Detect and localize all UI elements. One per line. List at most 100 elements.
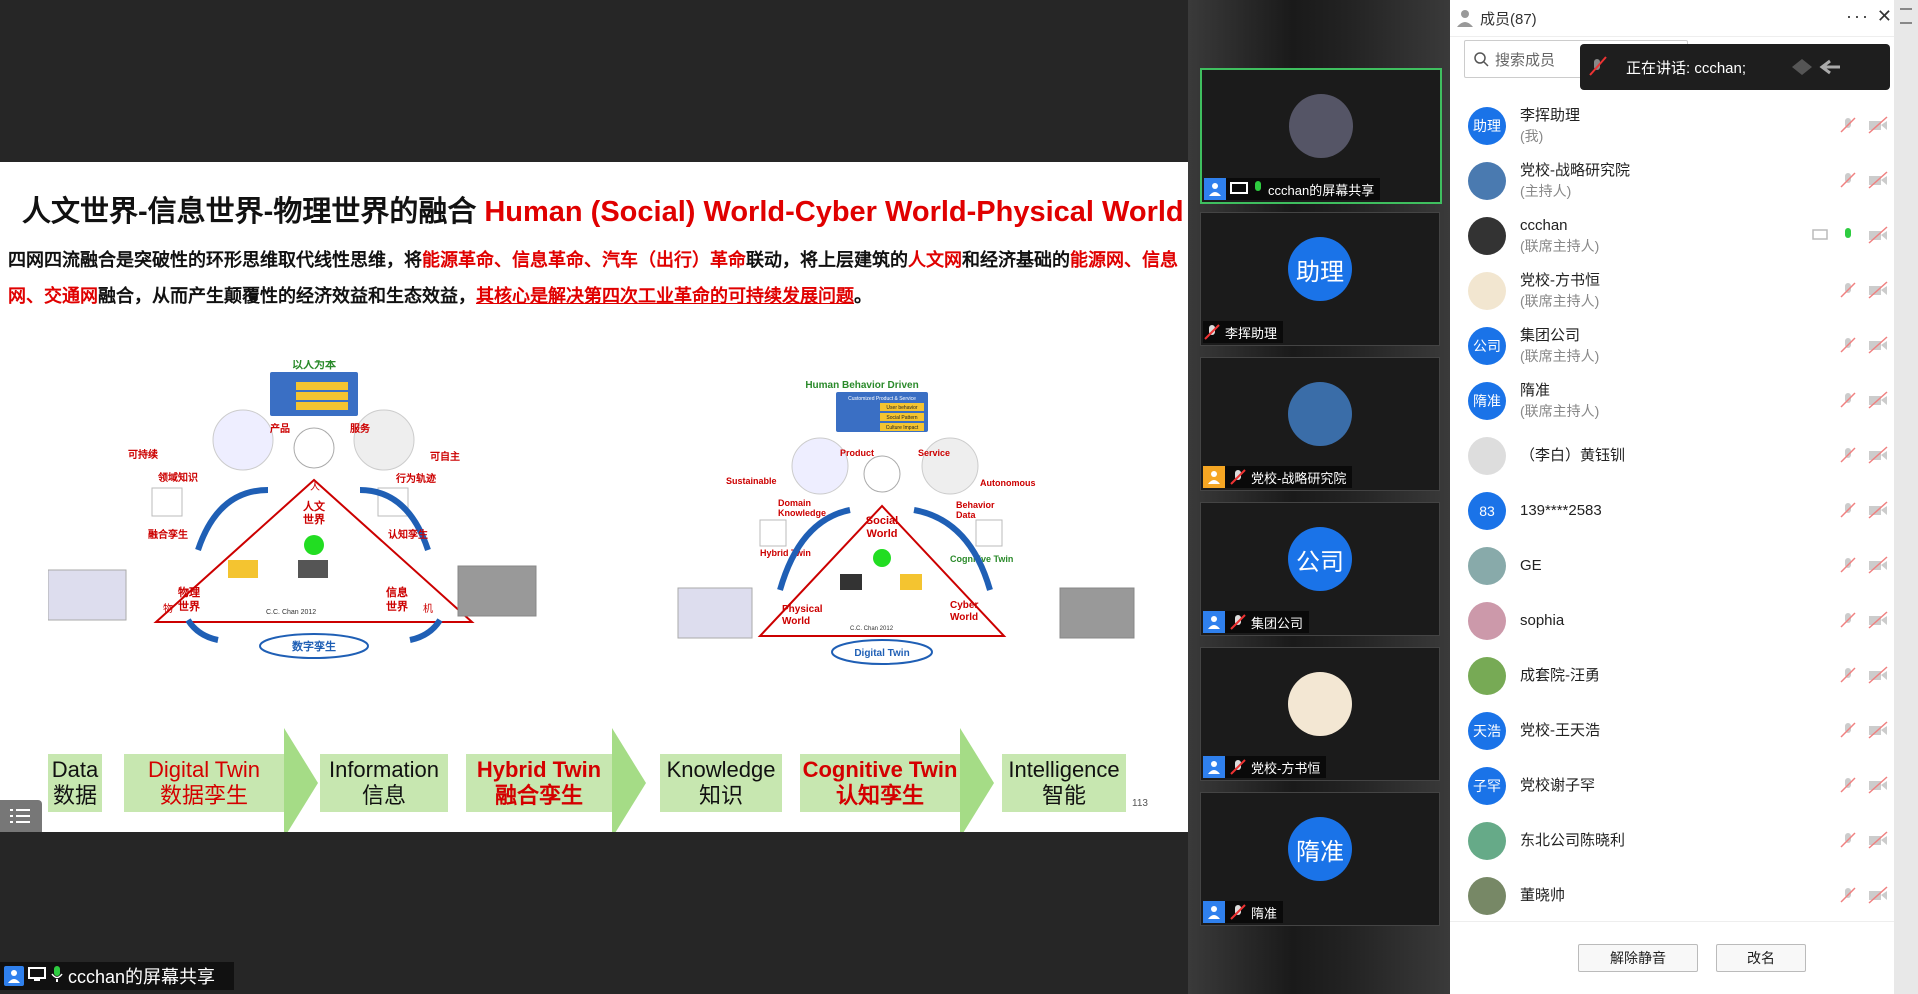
- member-row[interactable]: 董晓帅: [1468, 870, 1888, 922]
- member-role: (我): [1520, 128, 1544, 144]
- rename-button[interactable]: 改名: [1716, 944, 1806, 972]
- member-status-icons: [1840, 611, 1888, 629]
- mic-off-icon[interactable]: [1840, 171, 1856, 189]
- video-tile-label: ccchan的屏幕共享: [1204, 178, 1381, 200]
- screen-share-area: 人文世界-信息世界-物理世界的融合 Human (Social) World-Cy…: [0, 0, 1188, 994]
- menu-icon[interactable]: [1900, 8, 1912, 24]
- member-row[interactable]: 成套院-汪勇: [1468, 650, 1888, 702]
- slide-number: 113: [1132, 798, 1148, 809]
- member-row[interactable]: GE: [1468, 540, 1888, 592]
- video-tile[interactable]: 助理 李挥助理: [1200, 212, 1440, 346]
- mic-off-icon[interactable]: [1840, 776, 1856, 794]
- camera-off-icon[interactable]: [1868, 391, 1888, 409]
- l-cw1-label: 信息: [386, 585, 408, 599]
- camera-off-icon[interactable]: [1868, 171, 1888, 189]
- member-info: 成套院-汪勇: [1520, 666, 1600, 686]
- flow-step-cn: 信息: [361, 783, 406, 808]
- member-name: 139****2583: [1520, 502, 1602, 519]
- mic-off-icon[interactable]: [1840, 721, 1856, 739]
- mic-off-icon[interactable]: [1840, 336, 1856, 354]
- panel-title: 成员(87): [1480, 10, 1537, 28]
- mic-icon[interactable]: [1840, 226, 1856, 244]
- member-info: 董晓帅: [1520, 886, 1565, 906]
- flow-step-cn: 融合孪生: [494, 783, 583, 808]
- mic-off-icon: [1589, 56, 1607, 76]
- member-row[interactable]: 公司 集团公司 (联席主持人): [1468, 320, 1888, 372]
- screen-share-icon: [1230, 182, 1248, 194]
- more-icon[interactable]: ···: [1846, 6, 1870, 27]
- avatar: [1468, 602, 1506, 640]
- mic-off-icon[interactable]: [1840, 886, 1856, 904]
- member-status-icons: [1840, 886, 1888, 904]
- mic-off-icon[interactable]: [1840, 666, 1856, 684]
- video-tile[interactable]: 公司 集团公司: [1200, 502, 1440, 636]
- mic-off-icon[interactable]: [1840, 446, 1856, 464]
- l-service-label: 服务: [350, 422, 371, 435]
- camera-off-icon[interactable]: [1868, 831, 1888, 849]
- video-tile[interactable]: 隋准 隋准: [1200, 792, 1440, 926]
- flow-arrow: [960, 728, 994, 832]
- camera-off-icon[interactable]: [1868, 611, 1888, 629]
- r-b1-label: Social Pattern: [886, 415, 917, 421]
- camera-off-icon[interactable]: [1868, 666, 1888, 684]
- l-fusion-label: 融合孪生: [148, 528, 188, 541]
- avatar: 公司: [1468, 327, 1506, 365]
- video-tile[interactable]: 党校-方书恒: [1200, 647, 1440, 781]
- member-name: 隋准: [1520, 382, 1551, 399]
- l-pw2-label: 世界: [178, 599, 200, 613]
- slide-menu-button[interactable]: [0, 800, 42, 832]
- mic-off-icon[interactable]: [1840, 391, 1856, 409]
- camera-off-icon[interactable]: [1868, 116, 1888, 134]
- member-name: 党校-方书恒: [1520, 272, 1600, 289]
- close-icon[interactable]: ✕: [1877, 6, 1892, 27]
- member-row[interactable]: 83 139****2583: [1468, 485, 1888, 537]
- member-row[interactable]: 隋准 隋准 (联席主持人): [1468, 375, 1888, 427]
- camera-off-icon[interactable]: [1868, 446, 1888, 464]
- flow-step-en: Knowledge: [666, 757, 776, 782]
- member-row[interactable]: 东北公司陈晓利: [1468, 815, 1888, 867]
- video-tile-label: 隋准: [1203, 901, 1284, 923]
- camera-off-icon[interactable]: [1868, 226, 1888, 244]
- panel-header: 成员(87) ··· ✕: [1450, 0, 1918, 37]
- member-row[interactable]: （李白）黄钰钏: [1468, 430, 1888, 482]
- mic-off-icon[interactable]: [1840, 501, 1856, 519]
- share-status-bar: ccchan的屏幕共享: [0, 962, 234, 990]
- member-info: 139****2583: [1520, 501, 1602, 521]
- user-icon: [1204, 178, 1226, 200]
- search-icon: [1474, 52, 1489, 67]
- member-row[interactable]: 助理 李挥助理 (我): [1468, 100, 1888, 152]
- l-ren-label: 人: [310, 481, 320, 493]
- speaking-indicator: 正在讲话: ccchan;: [1580, 44, 1890, 90]
- video-tile[interactable]: ccchan的屏幕共享: [1200, 68, 1442, 204]
- l-dt-label: 数字孪生: [292, 639, 336, 653]
- unmute-button[interactable]: 解除静音: [1578, 944, 1698, 972]
- r-dt-label: Digital Twin: [854, 648, 909, 659]
- camera-off-icon[interactable]: [1868, 776, 1888, 794]
- member-row[interactable]: 党校-方书恒 (联席主持人): [1468, 265, 1888, 317]
- member-row[interactable]: ccchan (联席主持人): [1468, 210, 1888, 262]
- video-tile[interactable]: 党校-战略研究院: [1200, 357, 1440, 491]
- camera-off-icon[interactable]: [1868, 886, 1888, 904]
- member-name: 成套院-汪勇: [1520, 667, 1600, 684]
- member-row[interactable]: 党校-战略研究院 (主持人): [1468, 155, 1888, 207]
- member-row[interactable]: 子罕 党校谢子罕: [1468, 760, 1888, 812]
- mic-off-icon[interactable]: [1840, 611, 1856, 629]
- camera-off-icon[interactable]: [1868, 501, 1888, 519]
- camera-off-icon[interactable]: [1868, 556, 1888, 574]
- member-row[interactable]: sophia: [1468, 595, 1888, 647]
- mic-off-icon[interactable]: [1840, 556, 1856, 574]
- member-role: (联席主持人): [1520, 403, 1600, 419]
- mic-off-icon: [1230, 469, 1246, 485]
- camera-off-icon[interactable]: [1868, 721, 1888, 739]
- mic-off-icon[interactable]: [1840, 281, 1856, 299]
- mic-off-icon[interactable]: [1840, 831, 1856, 849]
- camera-off-icon[interactable]: [1868, 336, 1888, 354]
- l-cw2-label: 世界: [386, 599, 408, 613]
- avatar: 隋准: [1288, 817, 1352, 881]
- flow-step-en: Intelligence: [1008, 757, 1120, 782]
- mic-off-icon[interactable]: [1840, 116, 1856, 134]
- member-row[interactable]: 天浩 党校-王天浩: [1468, 705, 1888, 757]
- member-info: 隋准 (联席主持人): [1520, 381, 1599, 421]
- r-b2-label: Culture Impact: [886, 425, 919, 431]
- camera-off-icon[interactable]: [1868, 281, 1888, 299]
